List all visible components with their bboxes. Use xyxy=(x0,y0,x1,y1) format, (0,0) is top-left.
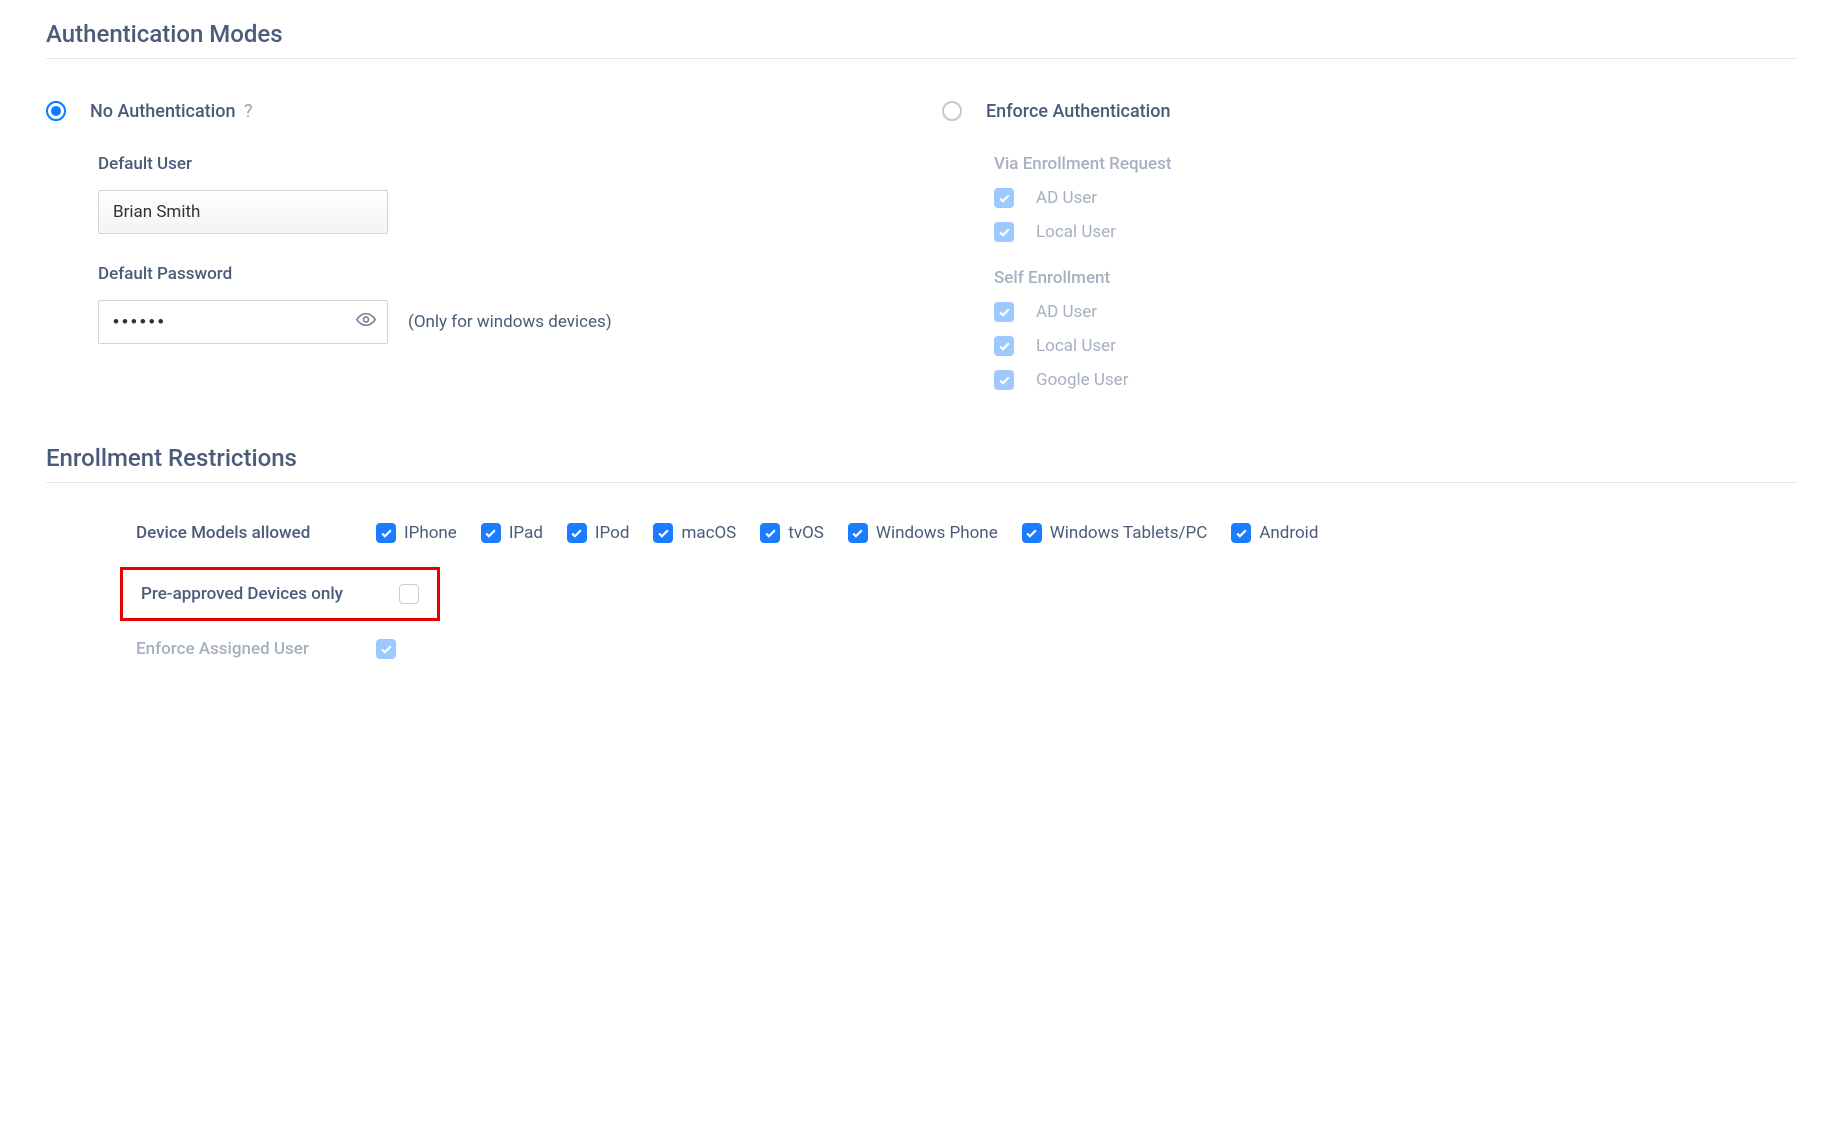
checkbox-iphone[interactable] xyxy=(376,523,396,543)
no-auth-subblock: Default User Brian Smith Default Passwor… xyxy=(98,154,902,344)
default-user-value: Brian Smith xyxy=(113,202,200,222)
checkbox-self-ad-user[interactable] xyxy=(994,302,1014,322)
default-password-input[interactable] xyxy=(98,300,388,344)
default-user-select[interactable]: Brian Smith xyxy=(98,190,388,234)
device-android-label: Android xyxy=(1259,523,1318,543)
device-ipod-label: IPod xyxy=(595,523,630,543)
checkbox-windows-phone[interactable] xyxy=(848,523,868,543)
device-models-row: Device Models allowed IPhone IPad IPod m… xyxy=(136,523,1798,543)
device-macos[interactable]: macOS xyxy=(653,523,736,543)
self-local-user-row[interactable]: Local User xyxy=(994,336,1798,356)
checkbox-macos[interactable] xyxy=(653,523,673,543)
checkbox-via-local-user[interactable] xyxy=(994,222,1014,242)
device-windows-tablets[interactable]: Windows Tablets/PC xyxy=(1022,523,1208,543)
self-google-user-row[interactable]: Google User xyxy=(994,370,1798,390)
checkbox-self-google-user[interactable] xyxy=(994,370,1014,390)
default-password-label: Default Password xyxy=(98,264,902,284)
via-local-user-label: Local User xyxy=(1036,222,1116,242)
preapproved-highlight: Pre-approved Devices only xyxy=(120,567,440,621)
auth-columns: No Authentication ? Default User Brian S… xyxy=(46,99,1798,404)
checkbox-android[interactable] xyxy=(1231,523,1251,543)
default-user-label: Default User xyxy=(98,154,902,174)
enforce-assigned-label: Enforce Assigned User xyxy=(136,639,356,659)
self-ad-user-row[interactable]: AD User xyxy=(994,302,1798,322)
self-google-user-label: Google User xyxy=(1036,370,1128,390)
enforce-subblock: Via Enrollment Request AD User Local Use… xyxy=(994,154,1798,390)
checkbox-self-local-user[interactable] xyxy=(994,336,1014,356)
device-android[interactable]: Android xyxy=(1231,523,1318,543)
auth-left-col: No Authentication ? Default User Brian S… xyxy=(46,99,902,404)
checkbox-ipod[interactable] xyxy=(567,523,587,543)
no-auth-label: No Authentication ? xyxy=(90,99,252,124)
device-macos-label: macOS xyxy=(681,523,736,543)
checkbox-via-ad-user[interactable] xyxy=(994,188,1014,208)
self-ad-user-label: AD User xyxy=(1036,302,1097,322)
enforce-assigned-row: Enforce Assigned User xyxy=(136,639,1798,659)
checkbox-windows-tablets[interactable] xyxy=(1022,523,1042,543)
checkbox-preapproved[interactable] xyxy=(399,584,419,604)
enforce-auth-label: Enforce Authentication xyxy=(986,99,1170,124)
no-auth-text: No Authentication xyxy=(90,101,235,122)
checkbox-ipad[interactable] xyxy=(481,523,501,543)
devices-list: IPhone IPad IPod macOS tvOS Windows Phon… xyxy=(376,523,1318,543)
device-tvos-label: tvOS xyxy=(788,523,824,543)
section-title-auth: Authentication Modes xyxy=(46,20,1798,59)
self-enrollment-heading: Self Enrollment xyxy=(994,268,1798,288)
preapproved-label: Pre-approved Devices only xyxy=(141,584,343,604)
device-ipod[interactable]: IPod xyxy=(567,523,630,543)
password-hint: (Only for windows devices) xyxy=(408,312,612,332)
device-iphone[interactable]: IPhone xyxy=(376,523,457,543)
device-models-label: Device Models allowed xyxy=(136,523,356,543)
device-windows-phone[interactable]: Windows Phone xyxy=(848,523,998,543)
checkbox-enforce-assigned[interactable] xyxy=(376,639,396,659)
section-title-restrict: Enrollment Restrictions xyxy=(46,444,1798,483)
via-ad-user-label: AD User xyxy=(1036,188,1097,208)
password-row: (Only for windows devices) xyxy=(98,300,902,344)
no-auth-option[interactable]: No Authentication ? xyxy=(46,99,902,124)
checkbox-tvos[interactable] xyxy=(760,523,780,543)
device-ipad-label: IPad xyxy=(509,523,543,543)
self-local-user-label: Local User xyxy=(1036,336,1116,356)
device-tvos[interactable]: tvOS xyxy=(760,523,824,543)
radio-enforce-auth[interactable] xyxy=(942,101,962,121)
enforce-auth-option[interactable]: Enforce Authentication xyxy=(942,99,1798,124)
eye-icon[interactable] xyxy=(356,310,376,335)
help-icon[interactable]: ? xyxy=(244,101,253,122)
radio-no-auth[interactable] xyxy=(46,101,66,121)
device-iphone-label: IPhone xyxy=(404,523,457,543)
device-windows-tablets-label: Windows Tablets/PC xyxy=(1050,523,1208,543)
device-windows-phone-label: Windows Phone xyxy=(876,523,998,543)
via-ad-user-row[interactable]: AD User xyxy=(994,188,1798,208)
via-local-user-row[interactable]: Local User xyxy=(994,222,1798,242)
password-input-wrap xyxy=(98,300,388,344)
auth-right-col: Enforce Authentication Via Enrollment Re… xyxy=(942,99,1798,404)
device-ipad[interactable]: IPad xyxy=(481,523,543,543)
via-enrollment-heading: Via Enrollment Request xyxy=(994,154,1798,174)
